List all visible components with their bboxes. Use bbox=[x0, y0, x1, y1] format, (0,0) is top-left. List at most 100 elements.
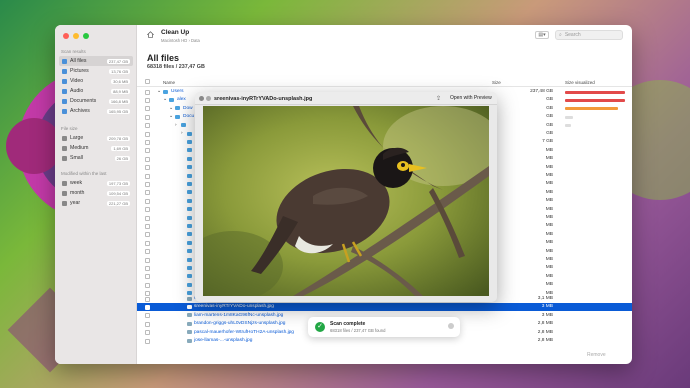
row-size: 2,8 MB bbox=[537, 329, 553, 335]
row-checkbox[interactable] bbox=[145, 215, 150, 221]
folder-icon bbox=[187, 156, 192, 161]
calendar-icon bbox=[62, 200, 67, 206]
quicklook-preview: sreenivas-inyRTrYVADo-unsplash.jpg ⇪ Ope… bbox=[195, 92, 497, 302]
disclosure-chevron-icon[interactable]: ⌄ bbox=[163, 97, 167, 102]
folder-icon bbox=[187, 173, 192, 178]
sidebar-item-month[interactable]: month 109,54 GB bbox=[59, 188, 133, 198]
column-name[interactable]: Name bbox=[163, 80, 175, 85]
row-checkbox[interactable] bbox=[145, 190, 150, 196]
close-window-button[interactable] bbox=[63, 33, 69, 39]
sidebar-item-archives[interactable]: Archives 165,95 GB bbox=[59, 106, 133, 116]
row-checkbox[interactable] bbox=[145, 265, 150, 271]
sidebar-item-large[interactable]: Large 209,78 GB bbox=[59, 133, 133, 143]
row-checkbox[interactable] bbox=[145, 282, 150, 288]
disclosure-chevron-icon[interactable]: › bbox=[181, 131, 183, 136]
row-checkbox[interactable] bbox=[145, 181, 150, 187]
file-name: sreenivas-inyRTrYVADo-unsplash.jpg bbox=[194, 304, 274, 310]
page-subtitle: 68318 files / 237,47 GB bbox=[147, 64, 205, 70]
row-checkbox[interactable] bbox=[145, 321, 150, 327]
row-checkbox[interactable] bbox=[145, 296, 150, 302]
row-checkbox[interactable] bbox=[145, 330, 150, 336]
size-medium-icon bbox=[62, 145, 67, 151]
row-checkbox[interactable] bbox=[145, 338, 150, 344]
file-name: jose-llamas-...-unsplash.jpg bbox=[194, 338, 253, 343]
row-checkbox[interactable] bbox=[145, 249, 150, 255]
row-checkbox[interactable] bbox=[145, 148, 150, 154]
row-size: MB bbox=[545, 147, 553, 153]
sidebar-item-label: Small bbox=[70, 155, 83, 161]
home-icon[interactable] bbox=[147, 31, 154, 38]
row-checkbox[interactable] bbox=[145, 274, 150, 280]
column-size[interactable]: Size bbox=[492, 80, 501, 85]
row-checkbox[interactable] bbox=[145, 139, 150, 145]
row-checkbox[interactable] bbox=[145, 173, 150, 179]
folder-icon bbox=[187, 215, 192, 220]
row-checkbox[interactable] bbox=[145, 106, 150, 112]
toast-close-icon[interactable] bbox=[448, 323, 454, 329]
sidebar-item-label: Medium bbox=[70, 145, 89, 151]
folder-icon bbox=[187, 165, 192, 170]
row-checkbox[interactable] bbox=[145, 313, 150, 319]
open-with-preview-button[interactable]: Open with Preview bbox=[447, 95, 495, 102]
folder-icon bbox=[175, 106, 180, 111]
view-options-button[interactable]: ▤▾ bbox=[535, 31, 549, 39]
sidebar-item-size: 209,78 GB bbox=[106, 135, 130, 141]
sidebar-item-small[interactable]: Small 26 GB bbox=[59, 153, 133, 163]
fullscreen-icon[interactable] bbox=[206, 96, 211, 101]
row-checkbox[interactable] bbox=[145, 114, 150, 120]
row-size: MB bbox=[545, 156, 553, 162]
share-icon[interactable]: ⇪ bbox=[436, 95, 441, 102]
file-row[interactable]: jose-llamas-...-unsplash.jpg 2,8 MB bbox=[137, 337, 632, 345]
row-checkbox[interactable] bbox=[145, 156, 150, 162]
background-circle-small bbox=[6, 118, 62, 174]
disclosure-chevron-icon[interactable]: ⌄ bbox=[169, 114, 173, 119]
breadcrumb[interactable]: Macintosh HD › Data bbox=[161, 38, 200, 43]
sidebar-item-size: 237,47 GB bbox=[106, 58, 130, 64]
row-checkbox[interactable] bbox=[145, 198, 150, 204]
sidebar-item-audio[interactable]: Audio 88,9 MB bbox=[59, 86, 133, 96]
column-size-visualized[interactable]: Size visualized bbox=[565, 80, 595, 85]
row-checkbox[interactable] bbox=[145, 223, 150, 229]
sidebar-item-label: Audio bbox=[70, 88, 84, 94]
folder-icon bbox=[187, 148, 192, 153]
disclosure-chevron-icon[interactable]: ⌄ bbox=[157, 89, 161, 94]
folder-icon bbox=[187, 265, 192, 270]
sidebar-item-week[interactable]: week 197,73 GB bbox=[59, 178, 133, 188]
row-checkbox[interactable] bbox=[145, 232, 150, 238]
folder-icon bbox=[169, 97, 174, 102]
row-checkbox[interactable] bbox=[145, 97, 150, 103]
sidebar-item-medium[interactable]: Medium 1,69 GB bbox=[59, 143, 133, 153]
disclosure-chevron-icon[interactable]: › bbox=[175, 123, 177, 128]
folder-icon bbox=[187, 181, 192, 186]
row-checkbox[interactable] bbox=[145, 257, 150, 263]
folder-icon bbox=[187, 131, 192, 136]
select-all-checkbox[interactable] bbox=[145, 79, 150, 84]
modified-heading: Modified within the last bbox=[61, 171, 107, 176]
preview-header: sreenivas-inyRTrYVADo-unsplash.jpg ⇪ Ope… bbox=[195, 92, 497, 105]
zoom-window-button[interactable] bbox=[83, 33, 89, 39]
size-large-icon bbox=[62, 135, 67, 141]
row-checkbox[interactable] bbox=[145, 304, 150, 310]
close-icon[interactable] bbox=[199, 96, 204, 101]
file-row[interactable]: sreenivas-inyRTrYVADo-unsplash.jpg 3 MB bbox=[137, 303, 632, 312]
sidebar-item-label: Documents bbox=[70, 98, 97, 104]
row-checkbox[interactable] bbox=[145, 131, 150, 137]
sidebar-item-pictures[interactable]: Pictures 13,76 GB bbox=[59, 66, 133, 76]
remove-button[interactable]: Remove bbox=[587, 352, 606, 358]
row-checkbox[interactable] bbox=[145, 240, 150, 246]
sidebar-item-all-files[interactable]: All files 237,47 GB bbox=[59, 56, 133, 66]
row-checkbox[interactable] bbox=[145, 165, 150, 171]
sidebar-item-video[interactable]: Video 30,6 MB bbox=[59, 76, 133, 86]
row-checkbox[interactable] bbox=[145, 89, 150, 95]
folder-icon bbox=[187, 207, 192, 212]
sidebar-item-year[interactable]: year 221,27 GB bbox=[59, 198, 133, 208]
sidebar-item-documents[interactable]: Documents 166,8 MB bbox=[59, 96, 133, 106]
search-input[interactable]: ⌕ Search bbox=[555, 30, 623, 40]
row-checkbox[interactable] bbox=[145, 207, 150, 213]
row-checkbox[interactable] bbox=[145, 123, 150, 129]
folder-icon bbox=[175, 114, 180, 119]
file-name: pascal-mauerhofer-WtrufHoTH2A-unsplash.j… bbox=[194, 329, 294, 335]
disclosure-chevron-icon[interactable]: ⌄ bbox=[169, 106, 173, 111]
folder-icon bbox=[187, 282, 192, 287]
minimize-window-button[interactable] bbox=[73, 33, 79, 39]
